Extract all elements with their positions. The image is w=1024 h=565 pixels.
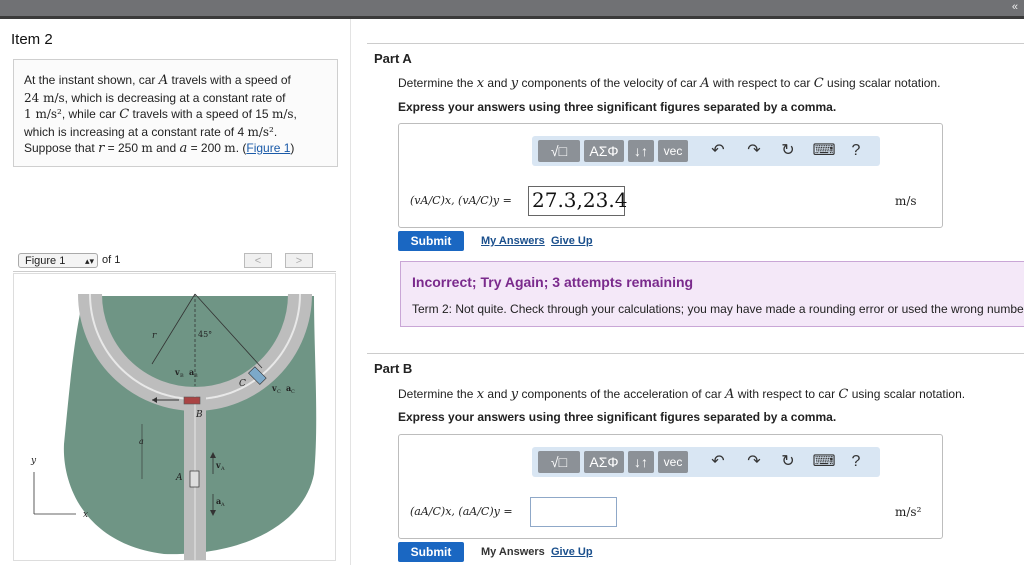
part-b-answer-box: √□ ΑΣΦ ↓↑ vec ↶ ↷ ↻ ⌨ ? (aA/C)x, (aA/C)y… [398,434,943,539]
part-a-submit-button[interactable]: Submit [398,231,464,251]
part-a-math-toolbar: √□ ΑΣΦ ↓↑ vec ↶ ↷ ↻ ⌨ ? [532,136,880,166]
part-b-answer-input[interactable] [530,497,617,527]
road-diagram: 45° r v B a B C v C a C B a v A A a A y … [30,293,317,560]
reset-icon[interactable]: ↻ [778,452,798,472]
help-icon[interactable]: ? [846,141,866,161]
part-b-label: Part B [374,361,413,376]
figure-select[interactable]: Figure 1 ▴▾ [18,253,98,268]
part-b-my-answers-label: My Answers [481,546,545,558]
part-b-give-up-link[interactable]: Give Up [551,546,593,558]
svg-text:a: a [139,437,144,446]
part-a-give-up-link[interactable]: Give Up [551,235,593,247]
part-a-instruction: Express your answers using three signifi… [398,100,837,114]
part-a-question: Determine the x and y components of the … [398,76,941,91]
reset-icon[interactable]: ↻ [778,141,798,161]
keyboard-icon[interactable]: ⌨ [812,452,836,472]
part-a-answer-input[interactable]: 27.3,23.4 [528,186,627,216]
svg-text:A: A [175,473,183,483]
part-a-answer-box: √□ ΑΣΦ ↓↑ vec ↶ ↷ ↻ ⌨ ? (vA/C)x, (vA/C)y… [398,123,943,228]
svg-text:B: B [195,410,203,420]
undo-icon[interactable]: ↶ [708,141,728,161]
templates-button[interactable]: √□ [538,140,580,162]
part-b-question: Determine the x and y components of the … [398,387,966,402]
undo-icon[interactable]: ↶ [708,452,728,472]
symbols-button[interactable]: ΑΣΦ [584,451,624,473]
redo-icon[interactable]: ↷ [744,452,764,472]
svg-text:C: C [239,379,246,389]
part-b-submit-button[interactable]: Submit [398,542,464,562]
part-b-unit: m/s² [895,505,922,519]
prev-figure-button[interactable]: < [244,253,272,268]
vec-button[interactable]: vec [658,140,688,162]
column-divider [350,19,351,565]
svg-text:x: x [83,510,88,520]
top-bar [0,0,1024,16]
figure-navigation: Figure 1 ▴▾ of 1 < > [13,251,336,272]
car-B [183,396,201,405]
figure-count: of 1 [102,254,121,266]
figure-link[interactable]: Figure 1 [246,141,290,155]
part-a-label: Part A [374,51,412,66]
part-a-my-answers-link[interactable]: My Answers [481,235,545,247]
vec-button[interactable]: vec [658,451,688,473]
updown-button[interactable]: ↓↑ [628,451,654,473]
part-a-unit: m/s [895,194,917,208]
svg-text:C: C [277,389,281,395]
svg-text:B: B [180,373,184,379]
help-icon[interactable]: ? [846,452,866,472]
keyboard-icon[interactable]: ⌨ [812,141,836,161]
car-A [189,470,200,488]
updown-button[interactable]: ↓↑ [628,140,654,162]
svg-text:y: y [30,456,37,466]
top-bar-border [0,16,1024,19]
problem-text: At the instant shown, car A travels with… [24,73,297,156]
part-b-answer-label: (aA/C)x, (aA/C)y = [410,505,513,518]
select-arrows-icon: ▴▾ [84,256,94,266]
svg-text:A: A [220,502,225,508]
part-b-rule [367,353,1024,354]
item-title: Item 2 [11,31,53,48]
feedback-box: Incorrect; Try Again; 3 attempts remaini… [400,261,1024,327]
problem-statement: At the instant shown, car A travels with… [13,59,338,167]
next-figure-button[interactable]: > [285,253,313,268]
svg-text:B: B [194,373,198,379]
svg-text:C: C [291,389,295,395]
part-a-answer-label: (vA/C)x, (vA/C)y = [410,194,512,207]
redo-icon[interactable]: ↷ [744,141,764,161]
part-a-rule [367,43,1024,44]
symbols-button[interactable]: ΑΣΦ [584,140,624,162]
svg-text:A: A [220,466,225,472]
collapse-icon[interactable]: « [1012,1,1018,13]
feedback-title: Incorrect; Try Again; 3 attempts remaini… [412,274,694,290]
figure-1: 45° r v B a B C v C a C B a v A A a A y … [13,273,336,561]
angle-label: 45° [198,330,212,339]
svg-text:r: r [152,331,157,341]
feedback-message: Term 2: Not quite. Check through your ca… [412,302,1024,316]
part-b-instruction: Express your answers using three signifi… [398,410,837,424]
part-b-math-toolbar: √□ ΑΣΦ ↓↑ vec ↶ ↷ ↻ ⌨ ? [532,447,880,477]
templates-button[interactable]: √□ [538,451,580,473]
